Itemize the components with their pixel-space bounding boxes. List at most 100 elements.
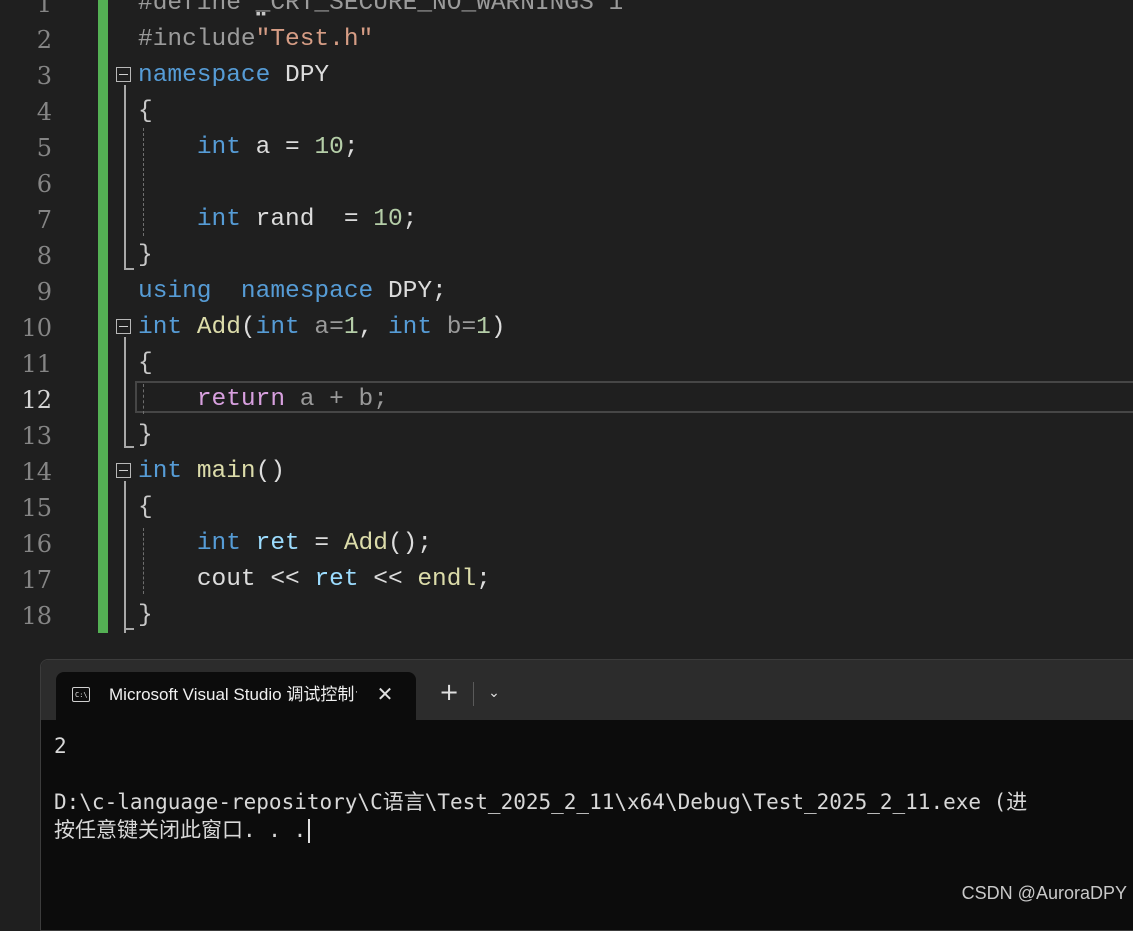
parameter: b= (432, 314, 477, 341)
keyword: int (196, 134, 241, 161)
keyword: int (138, 458, 183, 485)
console-tab[interactable]: C:\ Microsoft Visual Studio 调试控制台 ✕ (56, 672, 416, 720)
console-output-prompt: 按任意键关闭此窗口. . . (54, 816, 311, 844)
line-number: 5 (36, 134, 52, 162)
line-number: 10 (21, 314, 52, 342)
code-line-7[interactable]: int rand = 10; (138, 202, 418, 238)
close-tab-icon[interactable]: ✕ (374, 681, 396, 707)
local-variable: ret (314, 566, 359, 593)
line-number: 17 (21, 566, 52, 594)
console-output-line: D:\c-language-repository\C语言\Test_2025_2… (54, 790, 1028, 814)
outline-line (124, 337, 126, 448)
line-number: 11 (21, 350, 52, 378)
brace: } (138, 422, 153, 449)
collapse-add-function-icon[interactable] (116, 319, 131, 334)
function-name: Add (196, 314, 241, 341)
line-number: 3 (36, 62, 52, 90)
code-line-12[interactable]: return a + b; (138, 382, 388, 418)
code-line-8[interactable]: } (138, 238, 153, 274)
outline-line (124, 481, 126, 633)
function-name: Add (343, 530, 388, 557)
number-literal: 10 (373, 206, 403, 233)
brace: { (138, 98, 153, 125)
keyword: namespace (138, 62, 271, 89)
parens: () (255, 458, 286, 485)
namespace-name: DPY; (373, 278, 447, 305)
code-line-4[interactable]: { (138, 94, 153, 130)
number-literal: 1 (343, 314, 359, 341)
outline-end (124, 628, 134, 630)
declaration: rand = (240, 206, 374, 233)
line-number: 9 (36, 278, 52, 306)
chevron-down-icon[interactable]: ⌄ (481, 680, 507, 706)
code-line-10[interactable]: int Add(int a=1, int b=1) (138, 310, 506, 346)
code-line-11[interactable]: { (138, 346, 153, 382)
line-number: 15 (21, 494, 52, 522)
include-path: "Test.h" (255, 26, 374, 53)
collapse-main-function-icon[interactable] (116, 463, 131, 478)
outline-line (124, 85, 126, 270)
console-tab-title: Microsoft Visual Studio 调试控制台 (109, 685, 357, 704)
outline-end (124, 268, 134, 270)
code-line-18[interactable]: } (138, 598, 153, 634)
brace: } (138, 602, 153, 629)
cout-stream: cout << (196, 566, 315, 593)
line-number: 1 (36, 0, 52, 18)
keyword: int (196, 206, 241, 233)
console-app-icon: C:\ (72, 687, 90, 702)
text-cursor (308, 819, 311, 843)
namespace-name: DPY (270, 62, 330, 89)
brace: { (138, 494, 153, 521)
line-number-current: 12 (21, 386, 52, 414)
paren: ) (490, 314, 506, 341)
function-name: main (196, 458, 256, 485)
code-line-2[interactable]: #include"Test.h" (138, 22, 373, 58)
operator: << (358, 566, 418, 593)
parameter: a= (299, 314, 344, 341)
semicolon: ; (402, 206, 418, 233)
console-output-line: 按任意键关闭此窗口. . . (54, 818, 307, 842)
code-line-1[interactable]: #define _CRT_SECURE_NO_WARNINGS 1 (138, 0, 623, 22)
line-number: 7 (36, 206, 52, 234)
semicolon: ; (343, 134, 359, 161)
brace: { (138, 350, 153, 377)
code-line-5[interactable]: int a = 10; (138, 130, 359, 166)
line-number: 16 (21, 530, 52, 558)
code-line-17[interactable]: cout << ret << endl; (138, 562, 491, 598)
keyword: namespace (240, 278, 374, 305)
code-line-9[interactable]: using namespace DPY; (138, 274, 447, 310)
new-tab-button[interactable]: + (437, 679, 461, 705)
code-line-3[interactable]: namespace DPY (138, 58, 329, 94)
paren: ( (240, 314, 256, 341)
number-literal: 10 (314, 134, 344, 161)
line-number: 4 (36, 98, 52, 126)
line-number: 13 (21, 422, 52, 450)
number-literal: 1 (476, 314, 491, 341)
code-line-13[interactable]: } (138, 418, 153, 454)
code-editor[interactable]: 1 2 3 4 5 6 7 8 9 10 11 12 13 14 15 16 1… (0, 0, 1133, 650)
preprocessor-include: #include (138, 26, 256, 53)
keyword: int (138, 314, 183, 341)
keyword-return: return (196, 386, 286, 413)
tab-separator (473, 682, 474, 706)
code-line-14[interactable]: int main() (138, 454, 285, 490)
code-line-15[interactable]: { (138, 490, 153, 526)
console-tab-bar: C:\ Microsoft Visual Studio 调试控制台 ✕ + ⌄ (41, 660, 1133, 720)
declaration: a = (240, 134, 315, 161)
keyword: int (255, 314, 300, 341)
line-number: 18 (21, 602, 52, 630)
brace: } (138, 242, 153, 269)
line-number: 8 (36, 242, 52, 270)
expression: a + b; (285, 386, 388, 413)
change-tracking-bar (98, 0, 108, 633)
console-output-line: 2 (54, 734, 67, 758)
assign: = (299, 530, 344, 557)
local-variable: ret (255, 530, 300, 557)
keyword: int (196, 530, 241, 557)
semicolon: ; (476, 566, 491, 593)
call-rest: (); (387, 530, 433, 557)
outline-end (124, 446, 134, 448)
preprocessor-define: #define _CRT_SECURE_NO_WARNINGS 1 (138, 0, 624, 17)
code-line-16[interactable]: int ret = Add(); (138, 526, 432, 562)
collapse-namespace-icon[interactable] (116, 67, 131, 82)
